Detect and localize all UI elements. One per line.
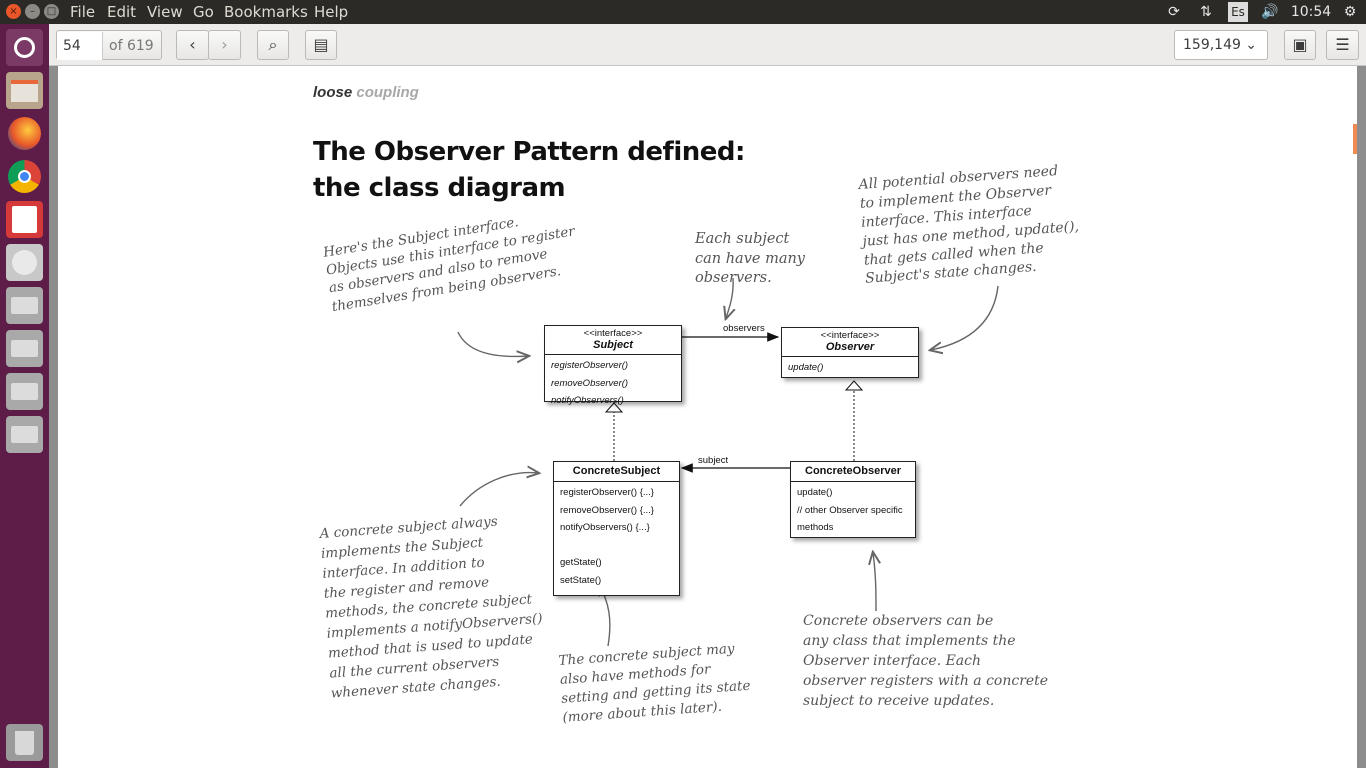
- ubuntu-dash-icon[interactable]: [6, 29, 43, 66]
- concrete-subject-method: registerObserver() {...}: [560, 487, 654, 498]
- subject-stereotype: <<interface>>: [583, 328, 643, 339]
- page-number-input[interactable]: 54: [57, 32, 103, 60]
- concrete-subject-method: getState(): [560, 557, 602, 568]
- previous-page-button[interactable]: ‹: [176, 30, 209, 60]
- firefox-icon[interactable]: [6, 115, 43, 152]
- zoom-value: 159,149: [1183, 37, 1241, 53]
- document-page: loose coupling The Observer Pattern defi…: [58, 66, 1357, 768]
- many-observers-note: Each subject can have many observers.: [695, 230, 805, 289]
- concrete-observer-box[interactable]: ConcreteObserver update() // other Obser…: [790, 461, 916, 538]
- menu-edit[interactable]: Edit: [107, 3, 136, 21]
- note-line: observer registers with a concrete: [803, 673, 1049, 689]
- concrete-subject-methods: registerObserver() {...} removeObserver(…: [554, 482, 679, 591]
- menu-view[interactable]: View: [147, 3, 183, 21]
- subject-method: registerObserver(): [551, 360, 629, 371]
- concrete-subject-method-spacer: [560, 537, 673, 555]
- concrete-subject-method: removeObserver() {...}: [560, 504, 654, 516]
- volume-icon[interactable]: 🔊: [1259, 2, 1281, 22]
- subject-methods: registerObserver() removeObserver() noti…: [545, 355, 681, 412]
- sync-icon[interactable]: ⟳: [1164, 2, 1184, 22]
- zoom-select[interactable]: 159,149 ⌄: [1174, 30, 1268, 60]
- network-icon[interactable]: ⇅: [1196, 2, 1216, 22]
- disk-icon[interactable]: [6, 244, 43, 281]
- concrete-observer-note: Concrete observers can be any class that…: [803, 611, 1048, 711]
- concrete-subject-class-name: ConcreteSubject: [572, 465, 661, 477]
- get-set-state-note: The concrete subject may also have metho…: [558, 639, 752, 728]
- drive-icon[interactable]: [6, 287, 43, 324]
- chevron-down-icon: ⌄: [1245, 37, 1257, 53]
- view-mode-button[interactable]: ▣: [1284, 30, 1316, 60]
- note-line: any class that implements the: [803, 633, 1016, 649]
- trash-icon[interactable]: [6, 724, 43, 761]
- concrete-subject-method: notifyObservers() {...}: [560, 522, 650, 533]
- concrete-observer-note-arrow: [873, 553, 876, 612]
- chevron-right-icon: ›: [221, 35, 228, 54]
- subject-association-label: subject: [698, 455, 729, 466]
- subject-note-arrow: [457, 331, 528, 356]
- top-menu-bar: × – □ File Edit View Go Bookmarks Help ⟳…: [0, 0, 1366, 24]
- subject-method: notifyObservers(): [551, 395, 624, 406]
- viewer-toolbar: 54 of 619 ‹ › ⌕ ▤ 159,149 ⌄ ▣ ☰: [49, 24, 1366, 66]
- next-page-button[interactable]: ›: [208, 30, 241, 60]
- observer-realization-arrowhead: [844, 380, 864, 391]
- note-line: Concrete observers can be: [803, 613, 994, 629]
- maximize-window-button[interactable]: □: [44, 4, 59, 19]
- observer-methods: update(): [782, 357, 918, 379]
- note-line: can have many: [695, 250, 806, 267]
- minimize-window-button[interactable]: –: [25, 4, 40, 19]
- menu-file[interactable]: File: [70, 3, 95, 21]
- close-window-button[interactable]: ×: [6, 4, 21, 19]
- page-number-box[interactable]: 54 of 619: [56, 30, 162, 60]
- observer-class-name: Observer: [825, 341, 875, 353]
- observer-method: update(): [788, 362, 824, 373]
- observer-stereotype: <<interface>>: [820, 330, 880, 341]
- subject-class-name: Subject: [593, 339, 633, 351]
- chrome-icon[interactable]: [6, 158, 43, 195]
- hamburger-menu-icon: ☰: [1335, 35, 1350, 54]
- page-total: of 619: [109, 38, 154, 54]
- drive-icon[interactable]: [6, 373, 43, 410]
- files-icon[interactable]: [6, 72, 43, 109]
- concrete-subject-method: setState(): [560, 574, 602, 586]
- search-button[interactable]: ⌕: [257, 30, 289, 60]
- observer-note-arrow: [931, 285, 999, 350]
- menu-bookmarks[interactable]: Bookmarks: [224, 3, 308, 21]
- note-line: observers.: [695, 270, 772, 287]
- document-icon: ▣: [1292, 35, 1308, 54]
- document-viewer-icon[interactable]: [6, 201, 43, 238]
- note-line: Observer interface. Each: [803, 653, 982, 669]
- drive-icon[interactable]: [6, 416, 43, 453]
- observer-interface-box[interactable]: <<interface>> Observer update(): [781, 327, 919, 378]
- keyboard-layout-indicator[interactable]: Es: [1228, 2, 1248, 22]
- concrete-subject-note-arrow: [459, 473, 538, 507]
- observers-association-label: observers: [723, 323, 765, 334]
- concrete-subject-box[interactable]: ConcreteSubject registerObserver() {...}…: [553, 461, 680, 596]
- concrete-observer-method: update(): [797, 487, 833, 498]
- clock[interactable]: 10:54: [1290, 2, 1332, 22]
- menu-button[interactable]: ☰: [1326, 30, 1359, 60]
- settings-gear-icon[interactable]: ⚙: [1340, 2, 1360, 22]
- concrete-observer-methods: update() // other Observer specific meth…: [791, 482, 915, 539]
- menu-help[interactable]: Help: [314, 3, 348, 21]
- concrete-observer-method: methods: [797, 522, 834, 533]
- concrete-observer-method: // other Observer specific: [797, 504, 903, 516]
- concrete-subject-note: A concrete subject always implements the…: [319, 509, 547, 704]
- subject-method: removeObserver(): [551, 377, 629, 389]
- note-line: subject to receive updates.: [803, 693, 995, 709]
- search-icon: ⌕: [268, 35, 278, 54]
- clipboard-icon: ▤: [313, 35, 329, 54]
- launcher-sidebar: [0, 24, 49, 768]
- document-scroll-area[interactable]: loose coupling The Observer Pattern defi…: [49, 66, 1366, 768]
- chevron-left-icon: ‹: [189, 35, 196, 54]
- menu-go[interactable]: Go: [193, 3, 214, 21]
- concrete-observer-class-name: ConcreteObserver: [805, 465, 901, 477]
- drive-icon[interactable]: [6, 330, 43, 367]
- annotations-button[interactable]: ▤: [305, 30, 337, 60]
- note-line: Each subject: [695, 231, 790, 247]
- observer-interface-note: All potential observers need to implemen…: [858, 161, 1082, 289]
- subject-interface-box[interactable]: <<interface>> Subject registerObserver()…: [544, 325, 682, 406]
